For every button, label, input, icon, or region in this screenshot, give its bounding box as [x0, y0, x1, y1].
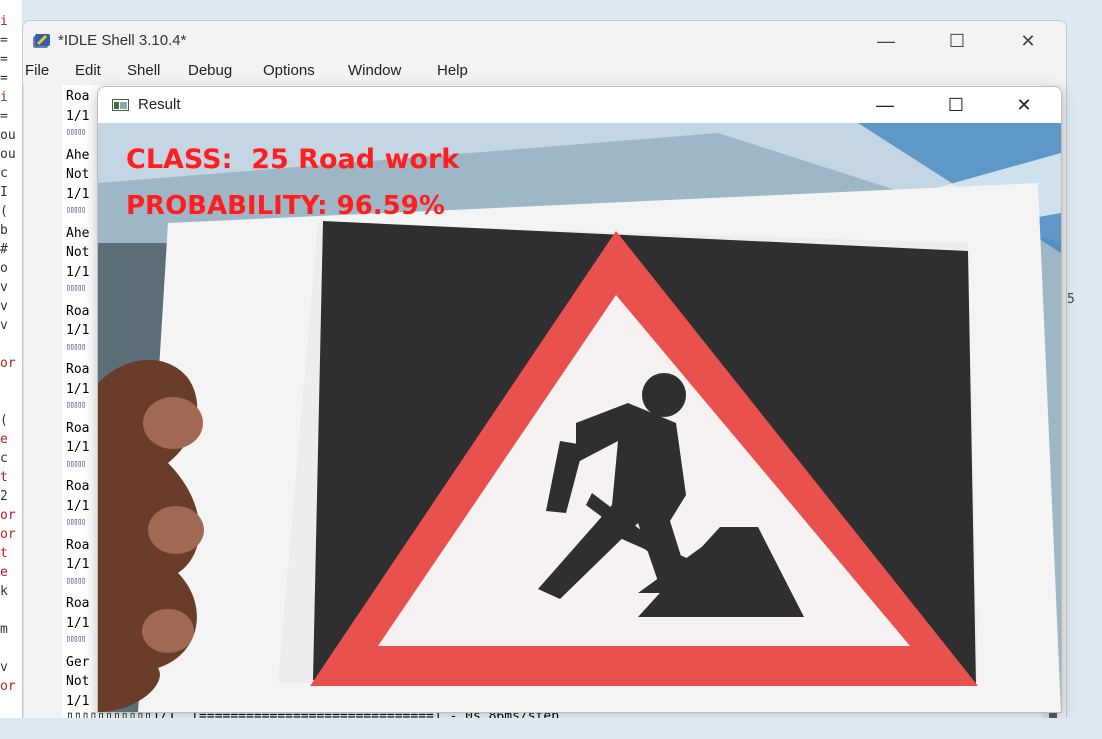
shell-output-line: ▯▯▯▯▯ — [66, 341, 86, 351]
background-code-fragment: or — [0, 508, 16, 523]
shell-output-line: Not — [66, 245, 90, 260]
background-code-fragment: or — [0, 527, 16, 542]
menu-shell[interactable]: Shell — [127, 62, 160, 79]
background-code-fragment: or — [0, 356, 16, 371]
shell-output-line: Roa — [66, 89, 90, 104]
background-code-fragment: # — [0, 242, 8, 257]
idle-close-button[interactable]: ✕ — [1005, 27, 1051, 55]
menu-debug[interactable]: Debug — [188, 62, 232, 79]
result-window-title: Result — [138, 96, 181, 113]
background-code-fragment: c — [0, 166, 8, 181]
background-code-fragment: = — [0, 109, 8, 124]
menu-help[interactable]: Help — [437, 62, 468, 79]
background-code-fragment: m — [0, 622, 8, 637]
shell-output-line: ▯▯▯▯▯ — [66, 400, 86, 409]
shell-output-line: Roa — [66, 362, 90, 377]
background-code-fragment: c — [0, 451, 8, 466]
shell-output-line: 1/1 — [66, 108, 90, 124]
shell-output-line: Roa — [66, 420, 90, 436]
shell-output-line: Roa — [66, 537, 90, 553]
background-code-fragment: or — [0, 679, 16, 694]
idle-minimize-button[interactable]: — — [863, 27, 909, 55]
menu-edit[interactable]: Edit — [75, 62, 101, 79]
background-code-fragment: = — [0, 52, 8, 67]
shell-output-line: ▯▯▯▯▯ — [66, 575, 86, 585]
result-maximize-button[interactable]: ☐ — [933, 92, 979, 118]
background-code-fragment: I — [0, 185, 8, 200]
shell-output-line: 1/1 — [66, 440, 90, 455]
background-code-fragment: t — [0, 470, 8, 485]
shell-output-line: 1/1 — [66, 186, 90, 202]
background-code-fragment: b — [0, 223, 8, 238]
background-code-fragment: v — [0, 299, 8, 314]
shell-output-line: Ger — [66, 654, 90, 670]
shell-output-line: ▯▯▯▯▯ — [66, 517, 86, 526]
background-code-fragment: i — [0, 90, 8, 105]
shell-output-line: ▯▯▯▯▯ — [66, 205, 86, 214]
idle-window-title: *IDLE Shell 3.10.4* — [58, 32, 187, 49]
shell-gutter — [24, 85, 62, 721]
background-code-fragment: i — [0, 14, 8, 29]
background-code-fragment: t — [0, 546, 8, 561]
result-close-button[interactable]: ✕ — [1001, 92, 1047, 118]
background-code-fragment: v — [0, 280, 8, 295]
shell-output-line: ▯▯▯▯▯ — [66, 283, 86, 292]
background-code-fragment: k — [0, 584, 8, 599]
idle-title-bar[interactable]: *IDLE Shell 3.10.4* — ☐ ✕ — [23, 21, 1066, 61]
background-code-fragment: ( — [0, 204, 8, 219]
result-window: Result — ☐ ✕ CLASS: 25 Road work PROBABI… — [97, 86, 1062, 713]
shell-output-line: 1/1 — [66, 381, 90, 397]
shell-output-line: ▯▯▯▯▯ — [66, 634, 86, 643]
window-app-icon — [112, 99, 129, 111]
background-digit: 5 — [1067, 292, 1075, 307]
menu-options[interactable]: Options — [263, 62, 315, 79]
background-code-fragment: ( — [0, 413, 8, 428]
shell-output-line: ▯▯▯▯▯ — [66, 127, 86, 136]
background-code-fragment: ou — [0, 128, 16, 143]
shell-output-line: 1/1 — [66, 264, 90, 280]
python-idle-icon — [33, 34, 50, 48]
shell-output-line: 1/1 — [66, 693, 90, 709]
shell-output-line: ▯▯▯▯▯ — [66, 458, 86, 468]
background-code-fragment: e — [0, 565, 8, 580]
background-code-fragment: v — [0, 660, 8, 675]
menu-window[interactable]: Window — [348, 62, 401, 79]
shell-output-line: 1/1 — [66, 498, 90, 514]
background-code-fragment: o — [0, 261, 8, 276]
shell-output-line: Roa — [66, 479, 90, 494]
shell-output-line: 1/1 — [66, 323, 90, 338]
desktop-bottom-strip — [0, 718, 1102, 739]
result-minimize-button[interactable]: — — [862, 92, 908, 118]
shell-output-line: Roa — [66, 303, 90, 319]
class-label: CLASS: 25 Road work — [126, 144, 460, 175]
background-code-fragment: = — [0, 71, 8, 86]
background-code-fragment: e — [0, 432, 8, 447]
shell-output-line: 1/1 — [66, 557, 90, 572]
shell-output-line: Not — [66, 167, 90, 182]
background-code-fragment: = — [0, 33, 8, 48]
background-code-fragment: ou — [0, 147, 16, 162]
shell-output-line: Ahe — [66, 147, 90, 163]
result-title-bar[interactable]: Result — ☐ ✕ — [98, 87, 1061, 123]
background-code-fragment: v — [0, 318, 8, 333]
shell-output-line: Roa — [66, 596, 90, 611]
shell-output-line: Ahe — [66, 225, 90, 241]
shell-output-line: Not — [66, 674, 90, 689]
idle-maximize-button[interactable]: ☐ — [934, 27, 980, 55]
shell-output-line: 1/1 — [66, 615, 90, 631]
idle-menu-bar: File Edit Shell Debug Options Window Hel… — [23, 61, 1066, 85]
background-code-fragment: 2 — [0, 489, 8, 504]
background-editor: i = = = i = ou ou c I(b # o v v v or(e c t 2 or or t e k m v or — [0, 0, 22, 739]
probability-label: PROBABILITY: 96.59% — [126, 191, 445, 221]
menu-file[interactable]: File — [25, 62, 49, 79]
